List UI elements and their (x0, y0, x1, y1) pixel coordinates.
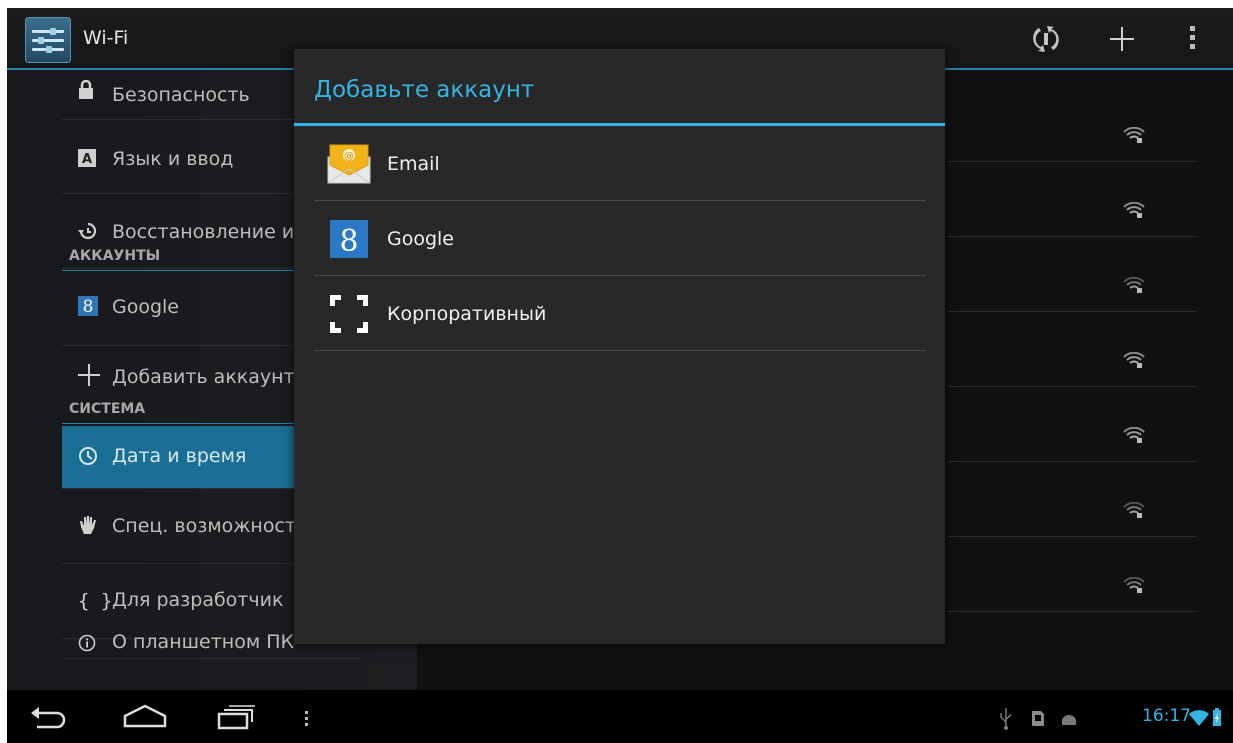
info-icon (78, 633, 96, 657)
page-title: Wi-Fi (83, 27, 129, 49)
wifi-signal-locked-icon (1123, 352, 1145, 368)
back-button[interactable] (29, 700, 69, 734)
svg-text:8: 8 (83, 297, 94, 316)
sd-card-icon (1029, 700, 1047, 734)
back-icon (31, 707, 66, 729)
google-icon: 8 (330, 220, 368, 259)
settings-item-label: Язык и ввод (112, 148, 234, 170)
wifi-network-row[interactable] (947, 462, 1197, 537)
corporate-exchange-icon (330, 295, 368, 333)
account-option-google[interactable]: 8 Google (314, 201, 926, 276)
home-icon (123, 704, 167, 728)
wifi-network-row[interactable] (947, 387, 1197, 462)
svg-text:8: 8 (339, 224, 358, 259)
settings-item-label: Добавить аккаунт (112, 366, 295, 388)
wifi-network-row[interactable] (947, 312, 1197, 387)
wps-icon[interactable] (1029, 24, 1063, 54)
wifi-network-row[interactable] (947, 162, 1197, 237)
wifi-signal-locked-icon (1123, 202, 1145, 218)
settings-item-label: О планшетном ПК (112, 631, 294, 653)
navigation-bar: 16:17 (7, 690, 1233, 743)
settings-item-label: Восстановление и (112, 221, 295, 243)
recent-apps-icon (217, 705, 255, 730)
settings-app-icon[interactable] (25, 17, 71, 63)
settings-item-label: Безопасность (112, 84, 250, 106)
hand-icon (78, 514, 98, 541)
settings-item-label: Google (112, 296, 180, 318)
settings-item-label: Дата и время (112, 445, 247, 467)
battery-icon (1212, 700, 1222, 734)
account-option-email[interactable]: @ Email (314, 126, 926, 201)
lock-icon (78, 79, 94, 105)
account-option-label: Email (387, 153, 440, 175)
overflow-menu-icon (305, 711, 308, 726)
svg-text:A: A (82, 152, 92, 167)
wifi-icon (1187, 700, 1211, 734)
account-option-corporate[interactable]: Корпоративный (314, 276, 926, 351)
wifi-signal-locked-icon (1123, 502, 1145, 518)
wifi-network-row[interactable] (947, 537, 1197, 612)
account-option-label: Корпоративный (387, 303, 547, 325)
home-button[interactable] (121, 700, 169, 734)
plus-icon (78, 364, 100, 391)
menu-button[interactable] (301, 700, 313, 734)
add-account-dialog: Добавьте аккаунт @ Email 8 Google Корпор… (294, 49, 945, 644)
google-icon: 8 (78, 296, 98, 321)
svg-text:@: @ (344, 151, 354, 162)
braces-icon: { } (78, 590, 113, 612)
android-debug-icon (1059, 700, 1079, 734)
recent-apps-button[interactable] (213, 700, 257, 734)
account-option-label: Google (387, 228, 455, 250)
clock-icon (78, 446, 98, 471)
keyboard-letter-icon: A (78, 148, 96, 172)
wifi-signal-locked-icon (1123, 127, 1145, 143)
wifi-network-row[interactable] (947, 87, 1197, 162)
overflow-menu-icon[interactable] (1184, 24, 1200, 54)
status-clock: 16:17 (1142, 706, 1191, 726)
wifi-signal-locked-icon (1123, 577, 1145, 593)
wifi-signal-locked-icon (1123, 427, 1145, 443)
wifi-network-row[interactable] (947, 237, 1197, 312)
settings-item-label: Спец. возможност (112, 515, 296, 537)
add-network-button[interactable] (1105, 24, 1139, 54)
dialog-title: Добавьте аккаунт (314, 77, 535, 103)
settings-item-label: Для разработчик (112, 589, 284, 611)
email-envelope-icon: @ (327, 144, 371, 184)
android-screen: Wi-Fi Безопасность A Язык и ввод Восстан… (7, 8, 1233, 743)
usb-icon (997, 700, 1015, 734)
wifi-signal-locked-icon (1123, 277, 1145, 293)
